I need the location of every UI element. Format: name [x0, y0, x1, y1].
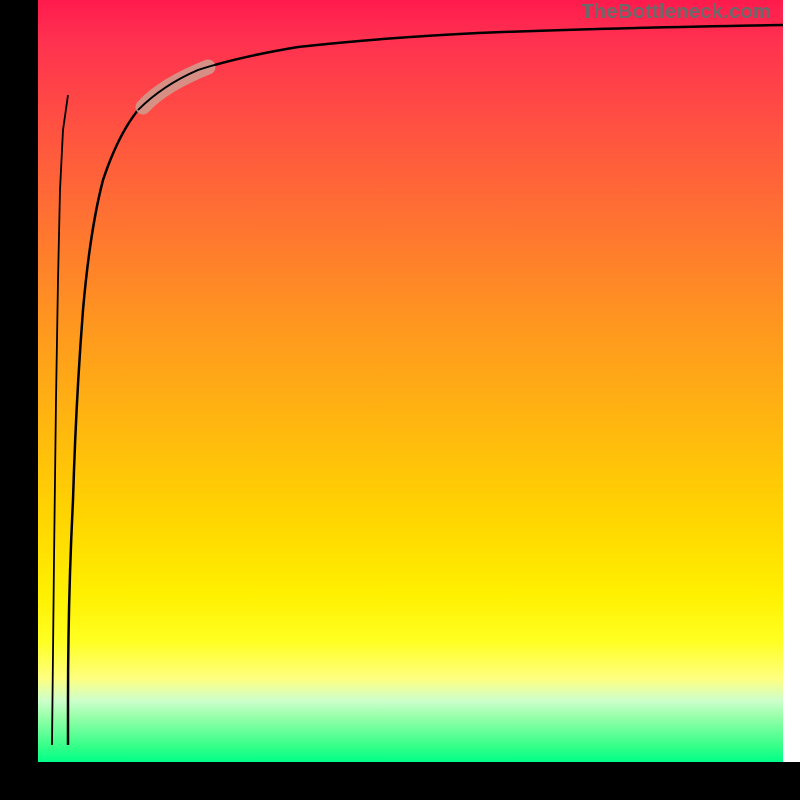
x-axis-bar [0, 762, 800, 800]
highlight-marker [143, 67, 208, 107]
curve-down-stroke [52, 95, 68, 745]
chart-container: TheBottleneck.com [0, 0, 800, 800]
plot-area: TheBottleneck.com [38, 0, 783, 762]
curve-overlay [138, 47, 298, 110]
chart-svg [38, 0, 783, 762]
y-axis-bar [0, 0, 38, 800]
curve-main [68, 25, 783, 745]
